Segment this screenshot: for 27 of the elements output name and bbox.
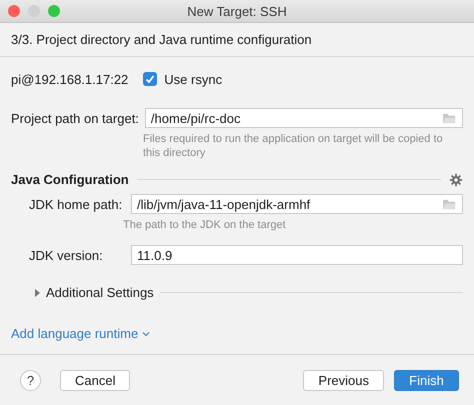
- expand-icon[interactable]: [35, 288, 40, 296]
- section-title: Java Configuration: [11, 172, 129, 187]
- help-button[interactable]: ?: [20, 370, 41, 390]
- folder-icon[interactable]: [442, 112, 457, 124]
- host-label: pi@192.168.1.17:22: [11, 72, 128, 86]
- input-field[interactable]: 11.0.9: [131, 245, 463, 265]
- hint-text: The path to the JDK on the target: [123, 218, 287, 232]
- zoom-icon[interactable]: [48, 5, 60, 17]
- settings-icon[interactable]: [449, 172, 463, 186]
- input-field[interactable]: /lib/jvm/java-11-openjdk-armhf: [131, 194, 463, 214]
- window-title: New Target: SSH: [187, 4, 287, 18]
- checkbox-icon[interactable]: [143, 72, 158, 86]
- chevron-down-icon[interactable]: [142, 330, 150, 336]
- input-field[interactable]: /home/pi/rc-doc: [144, 108, 463, 128]
- finish-button[interactable]: Finish: [394, 370, 459, 390]
- field-label: JDK version:: [29, 248, 104, 262]
- field-label: Project path on target:: [11, 110, 139, 126]
- folder-icon[interactable]: [442, 198, 457, 210]
- step-title: 3/3. Project directory and Java runtime configuration: [11, 32, 312, 47]
- close-icon[interactable]: [8, 5, 20, 17]
- rsync-checkbox[interactable]: Use rsync: [143, 72, 222, 86]
- hint-text: Files required to run the application on target will be copied to this directory: [143, 132, 444, 160]
- cancel-button[interactable]: Cancel: [60, 370, 130, 390]
- field-label: JDK home path:: [29, 196, 124, 212]
- add-runtime-link[interactable]: Add language runtime: [11, 326, 138, 341]
- section-toggle[interactable]: Additional Settings: [46, 285, 154, 300]
- previous-button[interactable]: Previous: [303, 370, 384, 390]
